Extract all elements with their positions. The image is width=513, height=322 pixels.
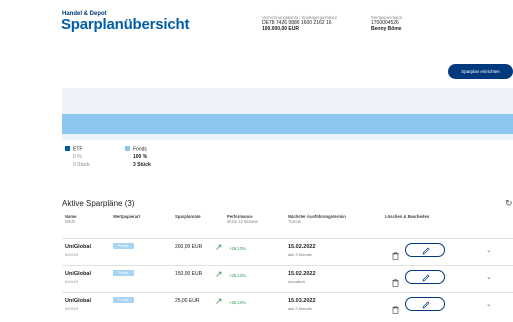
plan-isin: 849105	[65, 279, 79, 284]
plan-isin: 849105	[65, 252, 79, 257]
set-up-savings-plan-button[interactable]: Sparplan einrichten	[448, 64, 513, 79]
trend-up-icon: ↗	[215, 269, 223, 279]
type-badge: Fonds	[113, 243, 134, 249]
legend-fonds: Fonds 100 % 3 Stück	[125, 146, 151, 169]
col-name-sub: WKN	[65, 219, 75, 224]
trend-up-icon: ↗	[215, 242, 223, 252]
plan-frequency: monatlich	[288, 279, 306, 284]
legend-etf-label: ETF	[73, 146, 83, 153]
active-plans-heading: Aktive Sparpläne (3)	[62, 199, 135, 208]
table-header: Name WKN Wertpapierart Sparplanrate Perf…	[62, 214, 513, 238]
depot-info: Wertpapierdepot 1700004526 Benny Böme	[371, 15, 451, 32]
col-type: Wertpapierart	[113, 214, 141, 219]
col-next-date-sub: Turnus	[288, 219, 301, 224]
plan-performance: +26,13%	[229, 300, 246, 305]
col-actions: Löschen & Bearbeiten	[385, 214, 430, 219]
edit-button[interactable]	[405, 270, 445, 284]
plan-performance: +26,13%	[229, 246, 246, 251]
refresh-icon[interactable]: ↻	[505, 198, 513, 209]
col-performance-sub: letzte 12 Monate	[227, 219, 258, 224]
legend-etf: ETF 0 % 0 Stück	[65, 146, 90, 169]
pencil-icon	[422, 274, 430, 282]
plan-name[interactable]: UniGlobal	[65, 271, 91, 277]
legend-fonds-count: 3 Stück	[133, 161, 151, 168]
chevron-down-icon[interactable]: ⌄	[486, 300, 492, 308]
chevron-down-icon[interactable]: ⌄	[486, 246, 492, 254]
edit-button[interactable]	[405, 243, 445, 257]
plan-name[interactable]: UniGlobal	[65, 244, 91, 250]
legend-fonds-swatch	[125, 146, 130, 151]
plan-next-date: 15.02.2022	[288, 244, 316, 250]
account-info: Verrechnungskonto / Sparlagerguthaben DE…	[262, 15, 362, 32]
table-row: UniGlobal 849105 Fonds 200,00 EUR ↗ +26,…	[62, 238, 513, 265]
plan-isin: 849105	[65, 306, 79, 311]
depot-owner-name: Benny Böme	[371, 26, 402, 32]
legend-fonds-label: Fonds	[133, 146, 147, 153]
account-balance: 100.000,00 EUR	[262, 26, 299, 32]
plan-next-date: 15.02.2022	[288, 271, 316, 277]
plan-next-date: 15.03.2022	[288, 298, 316, 304]
allocation-bar-fonds	[62, 114, 513, 134]
col-next-date: Nächster Ausführungstermin Turnus	[288, 214, 346, 224]
plan-amount: 150,00 EUR	[175, 271, 203, 277]
chevron-down-icon[interactable]: ⌄	[486, 273, 492, 281]
plan-frequency: alle 3 Monate	[288, 252, 313, 257]
pencil-icon	[422, 247, 430, 255]
pencil-icon	[422, 301, 430, 309]
table-row: UniGlobal 849105 Fonds 25,00 EUR ↗ +26,1…	[62, 292, 513, 319]
trash-icon[interactable]	[392, 301, 399, 319]
col-amount: Sparplanrate	[175, 214, 201, 219]
page-header: Handel & Depot Sparplanübersicht Verrech…	[0, 0, 513, 62]
plan-frequency: alle 2 Monate	[288, 306, 313, 311]
edit-button[interactable]	[405, 297, 445, 311]
legend-etf-percent: 0 %	[73, 154, 82, 160]
table-row: UniGlobal 849105 Fonds 150,00 EUR ↗ +26,…	[62, 265, 513, 292]
col-performance: Performance letzte 12 Monate	[227, 214, 258, 224]
plan-amount: 200,00 EUR	[175, 244, 203, 250]
plan-amount: 25,00 EUR	[175, 298, 200, 304]
type-badge: Fonds	[113, 270, 134, 276]
col-name: Name WKN	[65, 214, 76, 224]
legend-etf-swatch	[65, 146, 70, 151]
type-badge: Fonds	[113, 297, 134, 303]
legend-fonds-percent: 100 %	[133, 154, 148, 160]
trash-icon[interactable]	[392, 247, 399, 265]
plan-name[interactable]: UniGlobal	[65, 298, 91, 304]
trend-up-icon: ↗	[215, 296, 223, 306]
legend-etf-count: 0 Stück	[73, 161, 90, 168]
trash-icon[interactable]	[392, 274, 399, 292]
plan-performance: +26,13%	[229, 273, 246, 278]
page-title: Sparplanübersicht	[61, 16, 190, 33]
